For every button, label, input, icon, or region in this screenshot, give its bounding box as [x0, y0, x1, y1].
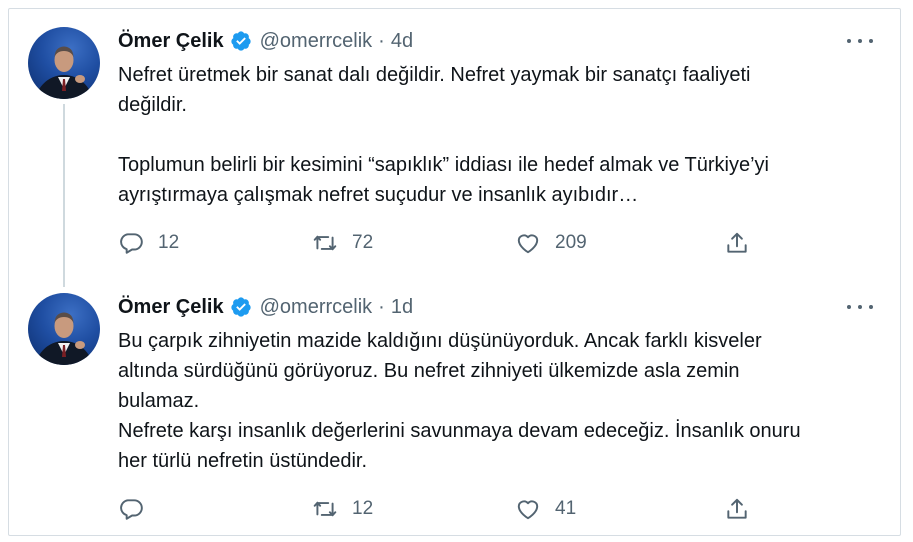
tweet-header: Ömer Çelik @omerrcelik · 1d [118, 293, 413, 321]
tweet-header: Ömer Çelik @omerrcelik · 4d [118, 27, 413, 55]
tweet-actions: 12 72 209 [118, 226, 758, 260]
verified-icon [230, 30, 252, 52]
reply-button[interactable] [118, 492, 158, 526]
reply-icon [120, 233, 143, 254]
author-name[interactable]: Ömer Çelik [118, 30, 224, 53]
like-button[interactable]: 209 [515, 226, 587, 260]
share-button[interactable] [724, 226, 750, 260]
reply-count: 12 [158, 232, 180, 253]
author-handle[interactable]: @omerrcelik [260, 30, 373, 53]
like-icon [517, 500, 539, 520]
retweet-icon [313, 235, 337, 251]
retweet-button[interactable]: 72 [312, 226, 373, 260]
like-count: 41 [555, 498, 577, 519]
thread-connector-line [63, 104, 65, 287]
verified-icon [230, 296, 252, 318]
reply-icon [120, 499, 143, 520]
tweet-2[interactable]: Ömer Çelik @omerrcelik · 1d Bu çarpık zi… [0, 285, 913, 542]
retweet-count: 12 [352, 498, 374, 519]
separator-dot: · [378, 29, 385, 52]
share-button[interactable] [724, 492, 750, 526]
author-handle[interactable]: @omerrcelik [260, 296, 373, 319]
retweet-count: 72 [352, 232, 374, 253]
more-icon[interactable] [847, 302, 873, 312]
like-icon [517, 234, 539, 254]
separator-dot: · [378, 295, 385, 318]
retweet-icon [313, 501, 337, 517]
tweet-text: Nefret üretmek bir sanat dalı değildir. … [118, 64, 769, 206]
more-icon[interactable] [847, 36, 873, 46]
author-name[interactable]: Ömer Çelik [118, 296, 224, 319]
tweet-actions: 12 41 [118, 492, 758, 526]
tweet-1[interactable]: Ömer Çelik @omerrcelik · 4d Nefret üretm… [0, 0, 913, 287]
retweet-button[interactable]: 12 [312, 492, 373, 526]
share-icon [727, 498, 747, 519]
like-count: 209 [555, 232, 587, 253]
avatar[interactable] [28, 293, 100, 365]
tweet-timestamp[interactable]: 4d [391, 30, 413, 53]
avatar[interactable] [28, 27, 100, 99]
tweet-text: Bu çarpık zihniyetin mazide kaldığını dü… [118, 330, 801, 472]
like-button[interactable]: 41 [515, 492, 576, 526]
share-icon [727, 232, 747, 253]
reply-button[interactable]: 12 [118, 226, 179, 260]
tweet-timestamp[interactable]: 1d [391, 296, 413, 319]
